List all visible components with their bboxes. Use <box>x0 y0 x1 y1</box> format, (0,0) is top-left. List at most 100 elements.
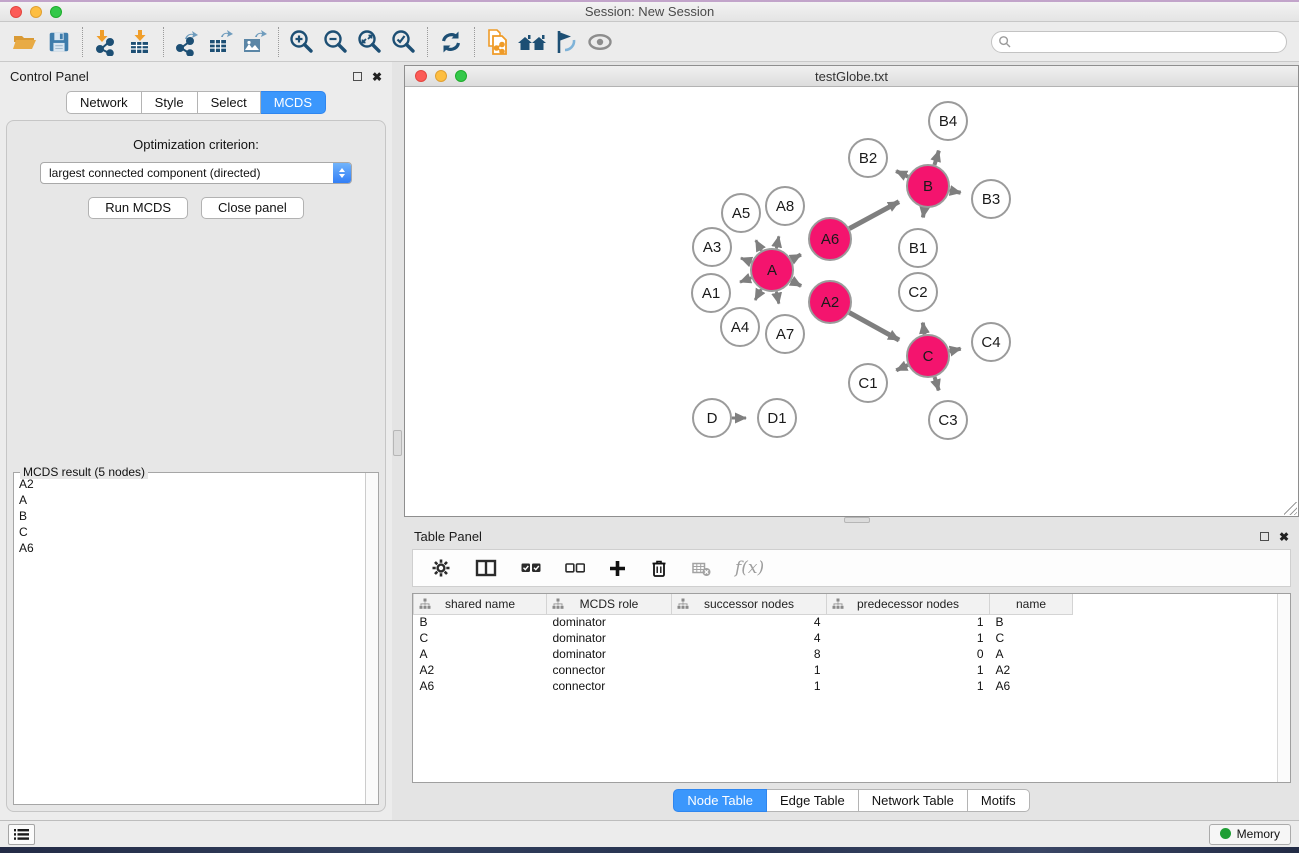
node-A5[interactable]: A5 <box>722 194 760 232</box>
cell-name[interactable]: A2 <box>990 662 1073 678</box>
cell-shared-name[interactable]: A6 <box>414 678 547 694</box>
edge-C-C4[interactable] <box>949 349 960 352</box>
create-column-button[interactable] <box>609 560 626 577</box>
column-header-MCDS-role[interactable]: MCDS role <box>547 594 672 614</box>
cell-predecessor-nodes[interactable]: 1 <box>827 678 990 694</box>
task-history-button[interactable] <box>8 824 35 845</box>
memory-button[interactable]: Memory <box>1209 824 1291 845</box>
network-canvas[interactable]: A5A8A6A3AA1A2A4A7B4B2BB3B1C2C4CC1C3DD1 <box>405 87 1298 516</box>
show-column-panel-button[interactable] <box>475 559 497 577</box>
export-network-button[interactable] <box>170 26 204 58</box>
delete-column-button[interactable] <box>650 559 668 578</box>
node-B1[interactable]: B1 <box>899 229 937 267</box>
edge-C-C3[interactable] <box>935 377 939 390</box>
edge-A-A4[interactable] <box>755 289 761 300</box>
node-A[interactable]: A <box>751 249 793 291</box>
cell-MCDS-role[interactable]: dominator <box>547 614 672 630</box>
cell-predecessor-nodes[interactable]: 1 <box>827 662 990 678</box>
cell-predecessor-nodes[interactable]: 0 <box>827 646 990 662</box>
node-A4[interactable]: A4 <box>721 308 759 346</box>
node-A6[interactable]: A6 <box>809 218 851 260</box>
node-D1[interactable]: D1 <box>758 399 796 437</box>
horizontal-splitter[interactable] <box>404 517 1299 524</box>
edge-C-C2[interactable] <box>923 323 925 335</box>
cell-successor-nodes[interactable]: 1 <box>672 678 827 694</box>
edge-A-A6[interactable] <box>791 255 800 260</box>
zoom-selected-button[interactable] <box>387 26 421 58</box>
node-A2[interactable]: A2 <box>809 281 851 323</box>
edge-B-B4[interactable] <box>934 151 938 165</box>
edge-A2-C[interactable] <box>849 313 899 340</box>
node-C3[interactable]: C3 <box>929 401 967 439</box>
function-builder-button[interactable]: f(x) <box>735 558 764 578</box>
node-C[interactable]: C <box>907 335 949 377</box>
edge-C-C1[interactable] <box>896 365 908 370</box>
cell-name[interactable]: A <box>990 646 1073 662</box>
node-A3[interactable]: A3 <box>693 228 731 266</box>
first-neighbors-button[interactable] <box>515 26 549 58</box>
node-C2[interactable]: C2 <box>899 273 937 311</box>
table-scrollbar[interactable] <box>1277 594 1290 782</box>
table-row[interactable]: A2connector11A2 <box>414 662 1287 678</box>
cell-name[interactable]: B <box>990 614 1073 630</box>
cell-name[interactable]: C <box>990 630 1073 646</box>
run-mcds-button[interactable]: Run MCDS <box>88 197 188 219</box>
criterion-dropdown[interactable]: largest connected component (directed) <box>40 162 352 184</box>
result-item[interactable]: A <box>19 492 365 508</box>
open-session-button[interactable] <box>8 26 42 58</box>
node-A7[interactable]: A7 <box>766 315 804 353</box>
edge-B-B3[interactable] <box>950 190 961 192</box>
cell-predecessor-nodes[interactable]: 1 <box>827 614 990 630</box>
cell-MCDS-role[interactable]: dominator <box>547 646 672 662</box>
node-C4[interactable]: C4 <box>972 323 1010 361</box>
edge-A6-B[interactable] <box>849 202 899 229</box>
deselect-all-columns-button[interactable] <box>565 561 585 575</box>
edge-A-A8[interactable] <box>776 236 778 248</box>
column-header-shared-name[interactable]: shared name <box>414 594 547 614</box>
import-network-button[interactable] <box>89 26 123 58</box>
edge-A-A1[interactable] <box>740 278 751 282</box>
mcds-result-list[interactable]: A2ABCA6 <box>14 473 365 804</box>
apply-layout-button[interactable] <box>434 26 468 58</box>
node-C1[interactable]: C1 <box>849 364 887 402</box>
cell-shared-name[interactable]: B <box>414 614 547 630</box>
splitter-grip[interactable] <box>393 430 402 456</box>
table-row[interactable]: Cdominator41C <box>414 630 1287 646</box>
new-network-from-selection-button[interactable] <box>481 26 515 58</box>
zoom-fit-button[interactable] <box>353 26 387 58</box>
result-scrollbar[interactable] <box>365 473 378 804</box>
zoom-out-button[interactable] <box>319 26 353 58</box>
cell-successor-nodes[interactable]: 1 <box>672 662 827 678</box>
node-B2[interactable]: B2 <box>849 139 887 177</box>
column-header-predecessor-nodes[interactable]: predecessor nodes <box>827 594 990 614</box>
cell-shared-name[interactable]: A2 <box>414 662 547 678</box>
resize-grip-icon[interactable] <box>1284 502 1297 515</box>
network-graph[interactable]: A5A8A6A3AA1A2A4A7B4B2BB3B1C2C4CC1C3DD1 <box>405 87 1298 516</box>
export-image-button[interactable] <box>238 26 272 58</box>
cell-successor-nodes[interactable]: 4 <box>672 630 827 646</box>
cell-MCDS-role[interactable]: connector <box>547 678 672 694</box>
zoom-in-button[interactable] <box>285 26 319 58</box>
tab-mcds[interactable]: MCDS <box>261 91 326 114</box>
delete-table-button[interactable] <box>692 560 711 577</box>
tab-style[interactable]: Style <box>142 91 198 114</box>
table-row[interactable]: Bdominator41B <box>414 614 1287 630</box>
edge-A-A3[interactable] <box>741 258 752 262</box>
cell-MCDS-role[interactable]: dominator <box>547 630 672 646</box>
column-header-name[interactable]: name <box>990 594 1073 614</box>
table-row[interactable]: A6connector11A6 <box>414 678 1287 694</box>
tab-motifs[interactable]: Motifs <box>968 789 1030 812</box>
cell-successor-nodes[interactable]: 8 <box>672 646 827 662</box>
show-all-button[interactable] <box>583 26 617 58</box>
edge-A-A7[interactable] <box>776 292 778 304</box>
result-item[interactable]: C <box>19 524 365 540</box>
close-panel-icon[interactable]: ✖ <box>1279 532 1289 542</box>
cell-shared-name[interactable]: C <box>414 630 547 646</box>
splitter-grip[interactable] <box>844 517 870 523</box>
edge-A-A5[interactable] <box>756 240 762 250</box>
result-item[interactable]: B <box>19 508 365 524</box>
cell-successor-nodes[interactable]: 4 <box>672 614 827 630</box>
tab-edge-table[interactable]: Edge Table <box>767 789 859 812</box>
table-settings-button[interactable] <box>431 558 451 578</box>
node-D[interactable]: D <box>693 399 731 437</box>
